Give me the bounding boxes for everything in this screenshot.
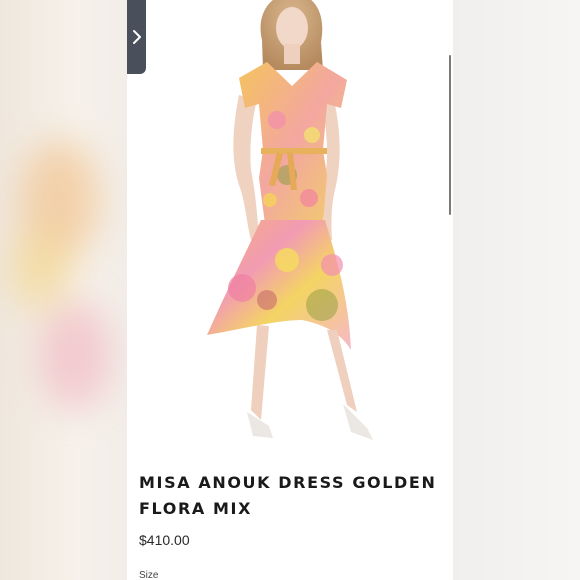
- product-title-line1: MISA ANOUK DRESS GOLDEN: [139, 473, 437, 492]
- blurred-background-right: [453, 0, 580, 580]
- scrollbar[interactable]: [449, 55, 451, 215]
- product-price: $410.00: [139, 532, 190, 548]
- carousel-next-button[interactable]: [127, 0, 146, 74]
- size-label: Size: [139, 570, 159, 580]
- product-screen: MISA ANOUK DRESS GOLDEN FLORA MIX $410.0…: [127, 0, 453, 580]
- blurred-background-left: [0, 0, 127, 580]
- product-image[interactable]: [127, 0, 453, 455]
- chevron-right-icon: [132, 30, 141, 44]
- product-title-line2: FLORA MIX: [139, 499, 253, 518]
- product-title: MISA ANOUK DRESS GOLDEN FLORA MIX: [139, 470, 449, 522]
